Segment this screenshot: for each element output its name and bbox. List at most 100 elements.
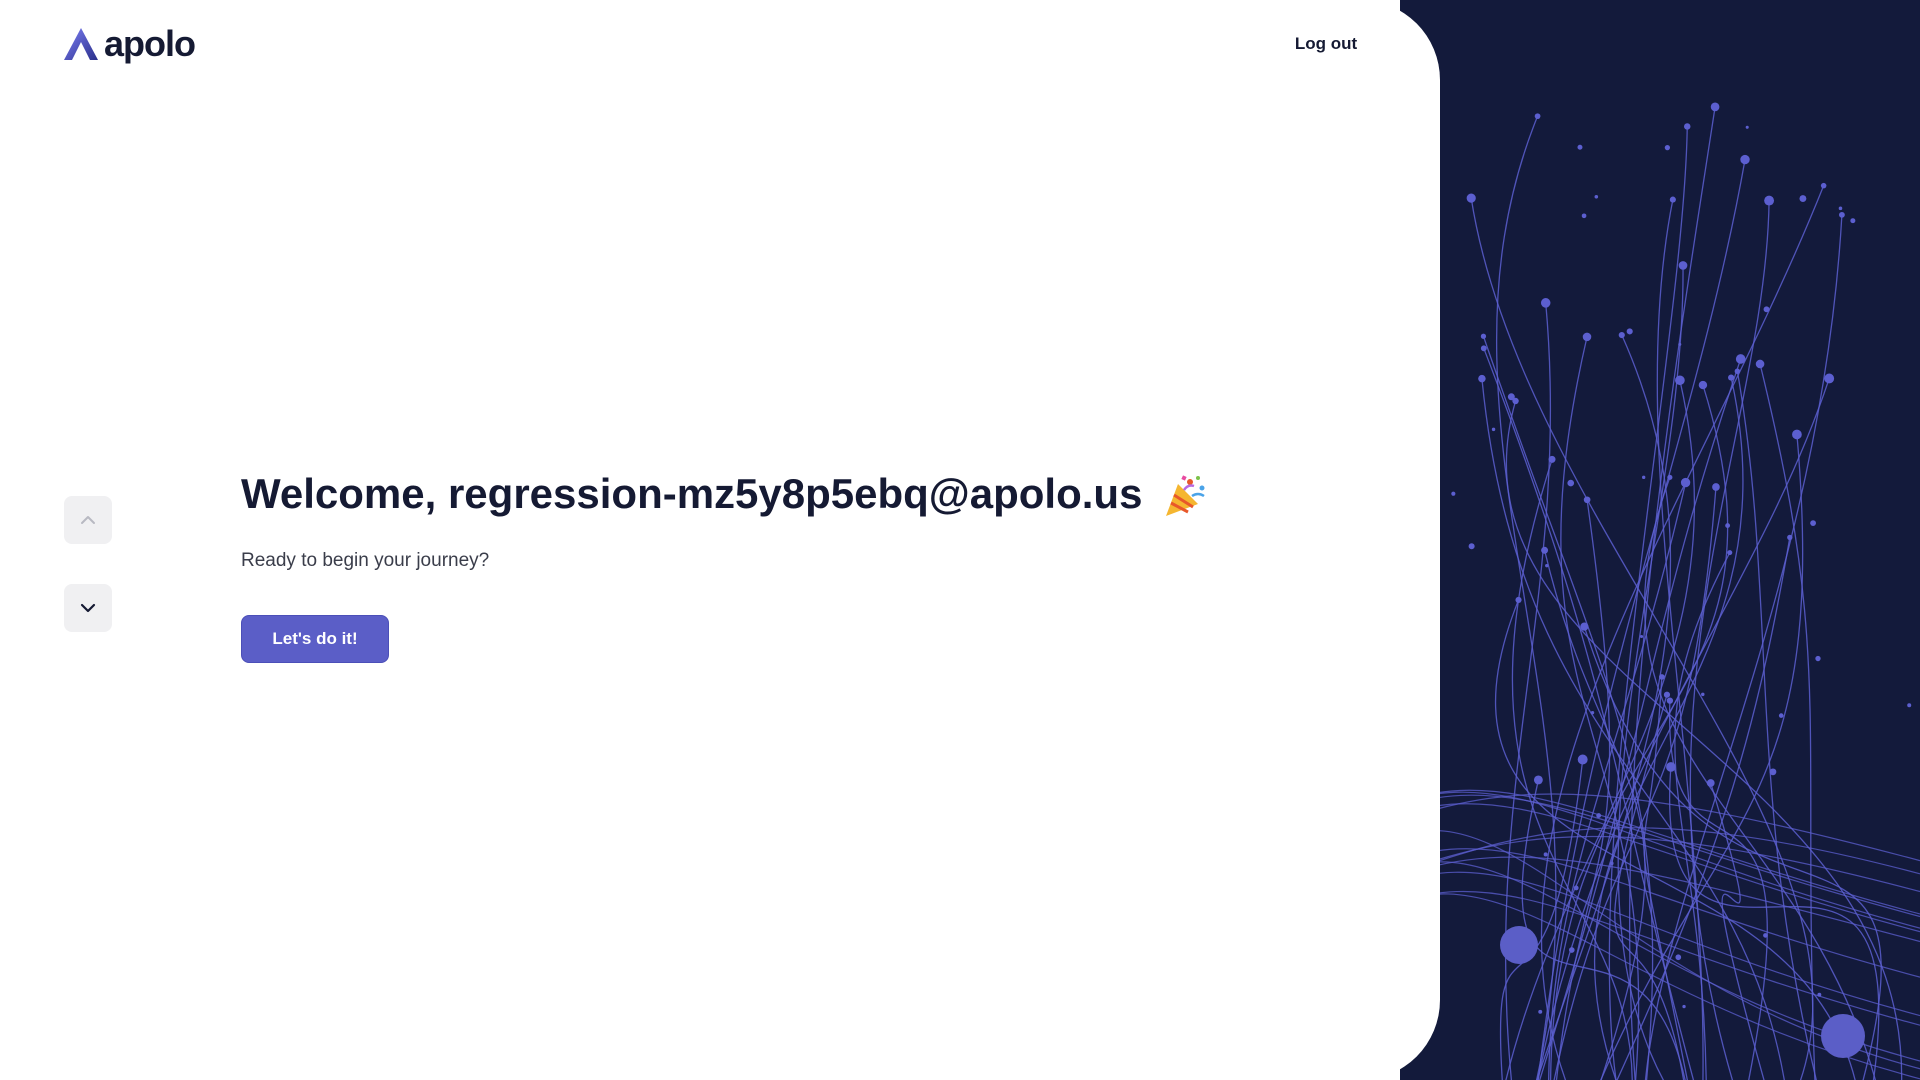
network-dot <box>1507 393 1515 401</box>
network-dot <box>1745 125 1749 129</box>
network-node <box>1480 345 1487 352</box>
network-line <box>1538 358 1742 1080</box>
decorative-panel <box>1400 0 1920 1080</box>
network-line <box>1481 378 1785 1080</box>
network-node <box>1824 373 1835 384</box>
previous-step-button[interactable] <box>64 496 112 544</box>
network-dot <box>1769 768 1777 776</box>
network-dot <box>1468 543 1475 550</box>
network-line <box>1482 336 1654 1080</box>
network-dot <box>1594 195 1599 199</box>
network-line <box>1400 848 1920 978</box>
party-popper-icon <box>1166 475 1205 516</box>
network-dot <box>1567 479 1575 487</box>
network-line <box>1400 803 1920 933</box>
brand-name: apolo <box>104 23 196 64</box>
network-dot <box>1810 520 1816 526</box>
network-lines-illustration <box>1400 102 1920 1080</box>
network-node <box>1740 154 1750 165</box>
network-dot <box>1451 491 1456 496</box>
network-node <box>1666 762 1676 772</box>
network-node <box>1666 697 1674 704</box>
network-line <box>1400 890 1920 1026</box>
network-line <box>1511 459 1633 1080</box>
network-dot <box>1609 861 1614 866</box>
network-dot <box>1538 1009 1543 1014</box>
network-node <box>1541 546 1549 554</box>
network-node <box>1663 691 1671 698</box>
network-line <box>1643 477 1876 1080</box>
network-dot <box>1838 206 1843 211</box>
network-dot <box>1543 852 1548 857</box>
network-node <box>1838 211 1845 218</box>
network-line <box>1543 550 1646 1080</box>
network-line <box>1555 499 1611 1080</box>
network-dot <box>1817 992 1822 997</box>
brand-logo[interactable]: apolo <box>64 23 196 64</box>
network-node <box>1548 455 1556 463</box>
network-dot <box>1545 563 1549 568</box>
network-large-node <box>1500 926 1538 964</box>
network-line <box>1593 377 1744 1080</box>
network-node <box>1755 359 1765 369</box>
network-dot <box>1590 710 1595 715</box>
network-node <box>1478 374 1486 383</box>
network-node <box>1727 550 1733 556</box>
network-node <box>1515 596 1522 604</box>
network-node <box>1669 196 1676 203</box>
network-dot <box>1626 328 1633 335</box>
main-panel: apolo Log out Welcome, regression-mz5y8p… <box>0 0 1440 1080</box>
chevron-up-icon <box>81 516 95 524</box>
lets-do-it-button[interactable]: Let's do it! <box>241 615 389 663</box>
network-dot <box>1850 218 1856 224</box>
network-dot <box>1682 1004 1686 1009</box>
network-node <box>1712 483 1720 491</box>
network-node <box>1618 331 1625 339</box>
network-dot <box>1763 933 1768 938</box>
chevron-down-icon <box>80 603 96 613</box>
network-node <box>1710 102 1720 112</box>
network-dot <box>1577 144 1583 150</box>
network-line <box>1608 126 1688 1080</box>
network-line <box>1505 400 1903 1080</box>
network-node <box>1764 195 1775 206</box>
network-dot <box>1642 475 1646 480</box>
network-node <box>1533 775 1543 785</box>
network-dot <box>1491 427 1496 432</box>
network-node <box>1540 298 1551 308</box>
welcome-subtitle: Ready to begin your journey? <box>241 550 490 571</box>
network-node <box>1698 380 1708 390</box>
network-node <box>1820 182 1827 189</box>
network-node <box>1582 332 1592 342</box>
network-line <box>1656 199 1704 1080</box>
network-dot <box>1815 655 1821 662</box>
network-node <box>1583 496 1591 504</box>
logout-button[interactable]: Log out <box>1280 28 1372 60</box>
network-dot <box>1763 306 1770 313</box>
apolo-logo-icon <box>64 28 98 60</box>
network-dot <box>1678 342 1682 346</box>
network-dot <box>1596 813 1602 818</box>
network-dot <box>1675 954 1682 961</box>
network-node <box>1678 261 1688 270</box>
network-node <box>1735 354 1746 364</box>
network-dot <box>1907 703 1912 708</box>
network-dot <box>1701 692 1705 697</box>
network-node <box>1480 333 1487 339</box>
welcome-heading: Welcome, regression-mz5y8p5ebq@apolo.us <box>241 468 1208 520</box>
welcome-heading-text: Welcome, regression-mz5y8p5ebq@apolo.us <box>241 470 1143 517</box>
network-node <box>1466 193 1476 203</box>
network-node <box>1577 754 1588 765</box>
network-dot <box>1664 144 1671 151</box>
network-node <box>1534 113 1541 120</box>
network-dot <box>1799 195 1807 203</box>
network-node <box>1792 429 1802 440</box>
network-dot <box>1568 947 1575 953</box>
network-dot <box>1573 885 1579 891</box>
network-node <box>1684 123 1691 130</box>
network-dot <box>1778 713 1784 718</box>
network-large-node <box>1821 1014 1865 1058</box>
network-dot <box>1581 213 1587 219</box>
next-step-button[interactable] <box>64 584 112 632</box>
network-dot <box>1640 634 1644 639</box>
